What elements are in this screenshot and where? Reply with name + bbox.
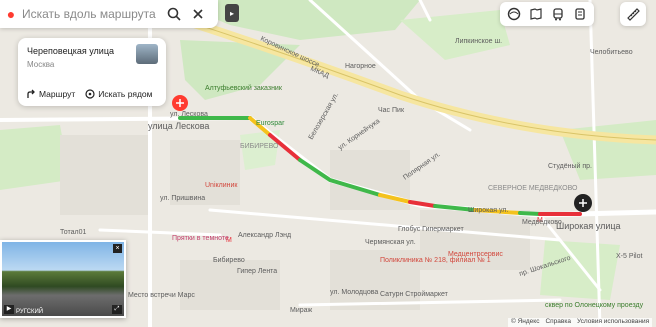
start-marker[interactable] [172,95,188,111]
label-aleksandr-lend: Александр Лэнд [238,232,291,239]
place-subtitle: Москва [27,60,55,69]
label-belozerskaya: Белозерская ул. [308,92,341,141]
map-footer: © Яндекс Справка Условия использования [508,318,653,327]
place-card: Череповецкая улица Москва Маршрут Искать… [18,38,166,106]
panorama-caption: РУГСКИЙ [16,309,44,315]
city-blocks [60,135,530,310]
collapse-panel-button[interactable]: ▸ [225,4,239,22]
panorama-close-icon[interactable]: × [113,244,122,253]
copyright-text: © Яндекс [511,318,540,325]
nearby-icon [85,89,95,99]
label-mesto: Место встречи Марс [128,292,195,299]
label-x5: X-5 Pilot [616,253,643,260]
label-altufyevo-park: Алтуфьевский заказник [205,84,283,92]
label-medcentr: Медцентрсервис [448,251,503,258]
place-thumbnail[interactable] [136,44,158,64]
label-eurospar: Eurospar [256,120,285,127]
label-mirazh: Мираж [290,307,313,314]
route-button-label: Маршрут [39,89,76,99]
search-nearby-button[interactable]: Искать рядом [85,89,153,99]
end-marker[interactable] [574,194,592,212]
map-book-icon[interactable] [526,4,546,24]
route-icon [27,89,35,98]
search-icon[interactable] [162,2,186,26]
label-giper-lenta: Гипер Лента [237,268,277,275]
search-input[interactable] [22,7,162,21]
label-uniklinik: Uniклиник [205,182,238,189]
transit-icon[interactable] [548,4,568,24]
panorama-play-icon[interactable]: ▶ [4,305,14,314]
label-shirokaya-street: Широкая улица [556,221,621,231]
label-totalo1: Тотал01 [60,229,86,236]
label-bibirevo-metro: Бибирево [213,256,245,264]
location-pin-icon: ● [6,6,16,22]
search-bar: ● [0,0,218,28]
route-button[interactable]: Маршрут [26,89,75,99]
ruler-icon [627,8,640,21]
label-leskova-street: улица Лескова [148,121,209,131]
label-chas-pik: Час Пик [378,107,405,114]
label-poliklinika: Поликлиника № 218, филиал № 1 [380,257,491,264]
label-kornejchuka: ул. Корнейчука [337,117,382,152]
label-saturn: Сатурн Строймаркет [380,290,449,298]
layers-icon[interactable] [504,4,524,24]
ruler-button[interactable] [620,2,646,26]
label-chelobitievo: Челобитьево [590,48,633,56]
label-lipkinskoe: Липкинское ш. [455,38,502,45]
place-title: Череповецкая улица [27,46,114,56]
traffic-icon[interactable] [570,4,590,24]
label-mollodaya: ул. Молодцова [330,289,378,296]
label-globus: Глобус Гипермаркет [398,225,464,233]
panorama-expand-icon[interactable]: ⤢ [112,305,122,314]
label-cheremanskaya: Чермянская ул. [365,239,416,246]
terms-link[interactable]: Условия использования [577,318,649,327]
close-icon[interactable] [186,2,210,26]
label-studeny: Студёный пр. [548,162,592,170]
label-nagornoe: Нагорное [345,63,376,70]
label-severnoe: СЕВЕРНОЕ МЕДВЕДКОВО [488,185,578,192]
map-toolbar [500,2,594,26]
label-skver: сквер по Олонецкому проезду [545,302,644,309]
label-leskova-small: ул. Лескова [170,111,208,118]
label-prishvina: ул. Пришвина [160,195,205,202]
label-pryatki: Прятки в темноте [172,235,229,242]
panorama-preview[interactable]: × ▶ ⤢ РУГСКИЙ [0,240,126,318]
search-nearby-label: Искать рядом [98,89,153,99]
label-shirokaya-small: Широкая ул. [468,207,508,214]
label-bibirevo: БИБИРЕВО [240,143,279,150]
help-link[interactable]: Справка [545,318,571,327]
